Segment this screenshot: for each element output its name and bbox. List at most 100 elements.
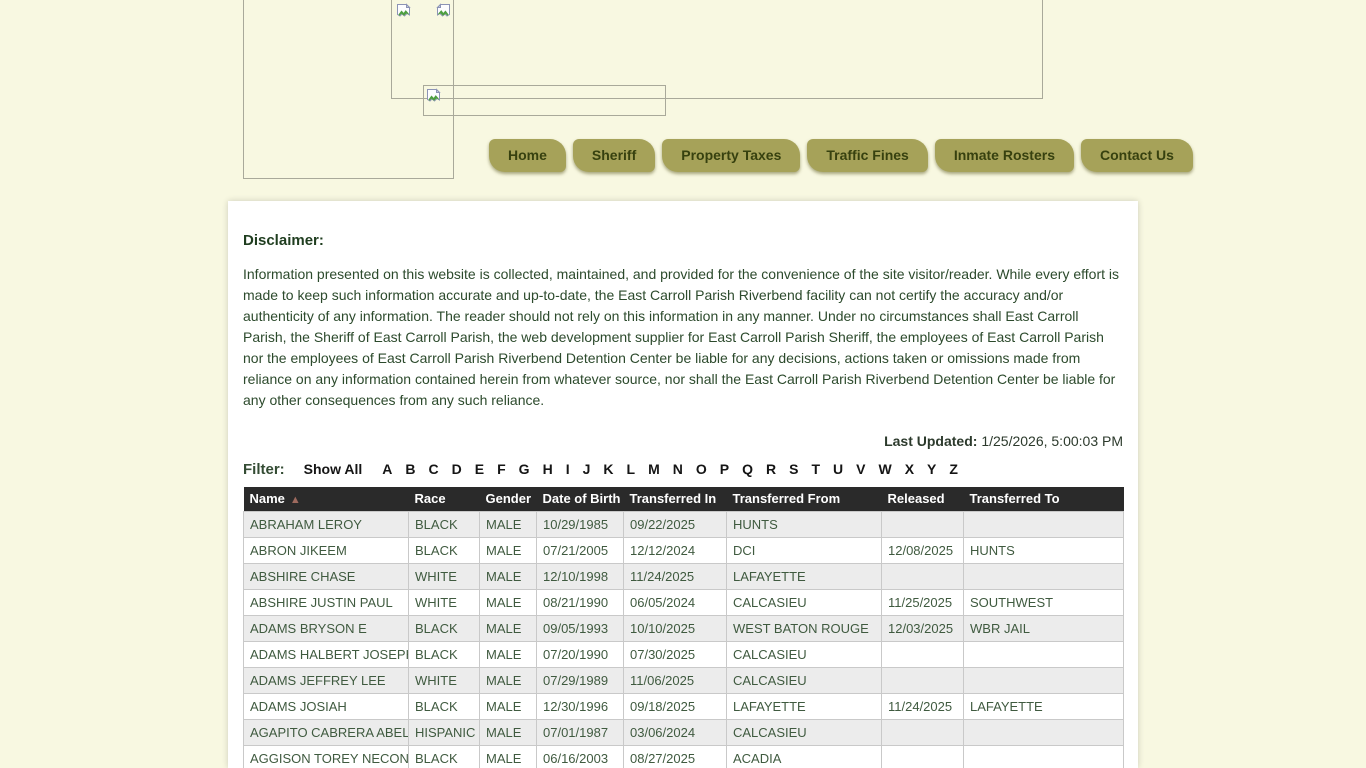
column-header-transferred-from[interactable]: Transferred From: [727, 487, 882, 511]
cell-name: ADAMS JEFFREY LEE: [244, 667, 409, 693]
table-row: ABSHIRE JUSTIN PAULWHITEMALE08/21/199006…: [244, 589, 1124, 615]
cell-transferred-to: [964, 511, 1124, 537]
cell-transferred-to: [964, 745, 1124, 768]
cell-race: BLACK: [409, 745, 480, 768]
cell-transferred-from: CALCASIEU: [727, 641, 882, 667]
filter-letter-t[interactable]: T: [811, 461, 820, 477]
cell-released: [882, 745, 964, 768]
filter-letter-r[interactable]: R: [766, 461, 776, 477]
filter-show-all[interactable]: Show All: [304, 461, 363, 477]
filter-letter-d[interactable]: D: [452, 461, 462, 477]
column-header-gender[interactable]: Gender: [480, 487, 537, 511]
column-header-released[interactable]: Released: [882, 487, 964, 511]
cell-transferred-to: LAFAYETTE: [964, 693, 1124, 719]
column-header-transferred-to[interactable]: Transferred To: [964, 487, 1124, 511]
cell-gender: MALE: [480, 563, 537, 589]
filter-letter-l[interactable]: L: [627, 461, 636, 477]
page-header: HomeSheriffProperty TaxesTraffic FinesIn…: [0, 0, 1366, 201]
cell-transferred-to: [964, 667, 1124, 693]
filter-letter-j[interactable]: J: [583, 461, 591, 477]
cell-transferred-in: 11/06/2025: [624, 667, 727, 693]
cell-date-of-birth: 07/01/1987: [537, 719, 624, 745]
filter-letter-b[interactable]: B: [405, 461, 415, 477]
column-header-date-of-birth[interactable]: Date of Birth: [537, 487, 624, 511]
sort-ascending-icon: ▲: [290, 494, 301, 506]
filter-letter-c[interactable]: C: [429, 461, 439, 477]
table-row: ABRAHAM LEROYBLACKMALE10/29/198509/22/20…: [244, 511, 1124, 537]
cell-name: ADAMS BRYSON E: [244, 615, 409, 641]
cell-transferred-in: 07/30/2025: [624, 641, 727, 667]
filter-letter-y[interactable]: Y: [927, 461, 936, 477]
cell-transferred-to: [964, 719, 1124, 745]
filter-letter-m[interactable]: M: [648, 461, 660, 477]
cell-transferred-to: WBR JAIL: [964, 615, 1124, 641]
table-row: AGGISON TOREY NECONBLACKMALE06/16/200308…: [244, 745, 1124, 768]
cell-race: BLACK: [409, 537, 480, 563]
column-header-transferred-in[interactable]: Transferred In: [624, 487, 727, 511]
filter-letter-f[interactable]: F: [497, 461, 506, 477]
filter-letter-q[interactable]: Q: [742, 461, 753, 477]
filter-letter-g[interactable]: G: [519, 461, 530, 477]
cell-released: [882, 667, 964, 693]
nav-button-contact-us[interactable]: Contact Us: [1081, 139, 1193, 172]
table-row: ADAMS JOSIAHBLACKMALE12/30/199609/18/202…: [244, 693, 1124, 719]
cell-date-of-birth: 06/16/2003: [537, 745, 624, 768]
cell-released: [882, 641, 964, 667]
cell-released: [882, 563, 964, 589]
cell-race: HISPANIC: [409, 719, 480, 745]
cell-date-of-birth: 07/29/1989: [537, 667, 624, 693]
cell-transferred-from: LAFAYETTE: [727, 693, 882, 719]
filter-letter-a[interactable]: A: [382, 461, 392, 477]
column-header-race[interactable]: Race: [409, 487, 480, 511]
cell-gender: MALE: [480, 693, 537, 719]
cell-race: BLACK: [409, 511, 480, 537]
cell-date-of-birth: 12/10/1998: [537, 563, 624, 589]
cell-transferred-in: 03/06/2024: [624, 719, 727, 745]
filter-letter-p[interactable]: P: [720, 461, 729, 477]
nav-button-inmate-rosters[interactable]: Inmate Rosters: [935, 139, 1074, 172]
cell-transferred-from: WEST BATON ROUGE: [727, 615, 882, 641]
nav-button-sheriff[interactable]: Sheriff: [573, 139, 655, 172]
nav-button-property-taxes[interactable]: Property Taxes: [662, 139, 800, 172]
disclaimer-title: Disclaimer:: [243, 233, 1123, 248]
filter-letter-s[interactable]: S: [789, 461, 798, 477]
table-body: ABRAHAM LEROYBLACKMALE10/29/198509/22/20…: [244, 511, 1124, 768]
cell-race: WHITE: [409, 589, 480, 615]
cell-gender: MALE: [480, 641, 537, 667]
cell-transferred-in: 12/12/2024: [624, 537, 727, 563]
filter-letters: ABCDEFGHIJKLMNOPQRSTUVWXYZ: [382, 461, 958, 477]
cell-transferred-in: 10/10/2025: [624, 615, 727, 641]
cell-transferred-to: SOUTHWEST: [964, 589, 1124, 615]
filter-letter-o[interactable]: O: [696, 461, 707, 477]
cell-released: 12/08/2025: [882, 537, 964, 563]
cell-transferred-in: 09/22/2025: [624, 511, 727, 537]
filter-letter-z[interactable]: Z: [949, 461, 958, 477]
filter-letter-v[interactable]: V: [856, 461, 865, 477]
empty-subbanner-frame: [423, 85, 666, 116]
last-updated-label: Last Updated:: [884, 433, 977, 449]
main-navigation: HomeSheriffProperty TaxesTraffic FinesIn…: [489, 139, 1193, 172]
last-updated: Last Updated: 1/25/2026, 5:00:03 PM: [243, 433, 1123, 449]
filter-letter-n[interactable]: N: [673, 461, 683, 477]
cell-date-of-birth: 10/29/1985: [537, 511, 624, 537]
cell-transferred-from: CALCASIEU: [727, 589, 882, 615]
cell-name: AGAPITO CABRERA ABEL: [244, 719, 409, 745]
table-row: AGAPITO CABRERA ABELHISPANICMALE07/01/19…: [244, 719, 1124, 745]
cell-date-of-birth: 07/20/1990: [537, 641, 624, 667]
filter-letter-w[interactable]: W: [878, 461, 891, 477]
nav-button-home[interactable]: Home: [489, 139, 566, 172]
cell-transferred-in: 08/27/2025: [624, 745, 727, 768]
cell-name: AGGISON TOREY NECON: [244, 745, 409, 768]
filter-letter-h[interactable]: H: [543, 461, 553, 477]
table-row: ADAMS JEFFREY LEEWHITEMALE07/29/198911/0…: [244, 667, 1124, 693]
page: { "colors": { "page_background": "#f8f8e…: [0, 0, 1366, 768]
filter-letter-u[interactable]: U: [833, 461, 843, 477]
nav-button-traffic-fines[interactable]: Traffic Fines: [807, 139, 927, 172]
filter-letter-k[interactable]: K: [603, 461, 613, 477]
column-header-name[interactable]: Name▲: [244, 487, 409, 511]
filter-letter-e[interactable]: E: [475, 461, 484, 477]
cell-released: 11/25/2025: [882, 589, 964, 615]
filter-letter-i[interactable]: I: [566, 461, 570, 477]
filter-letter-x[interactable]: X: [905, 461, 914, 477]
cell-race: BLACK: [409, 641, 480, 667]
